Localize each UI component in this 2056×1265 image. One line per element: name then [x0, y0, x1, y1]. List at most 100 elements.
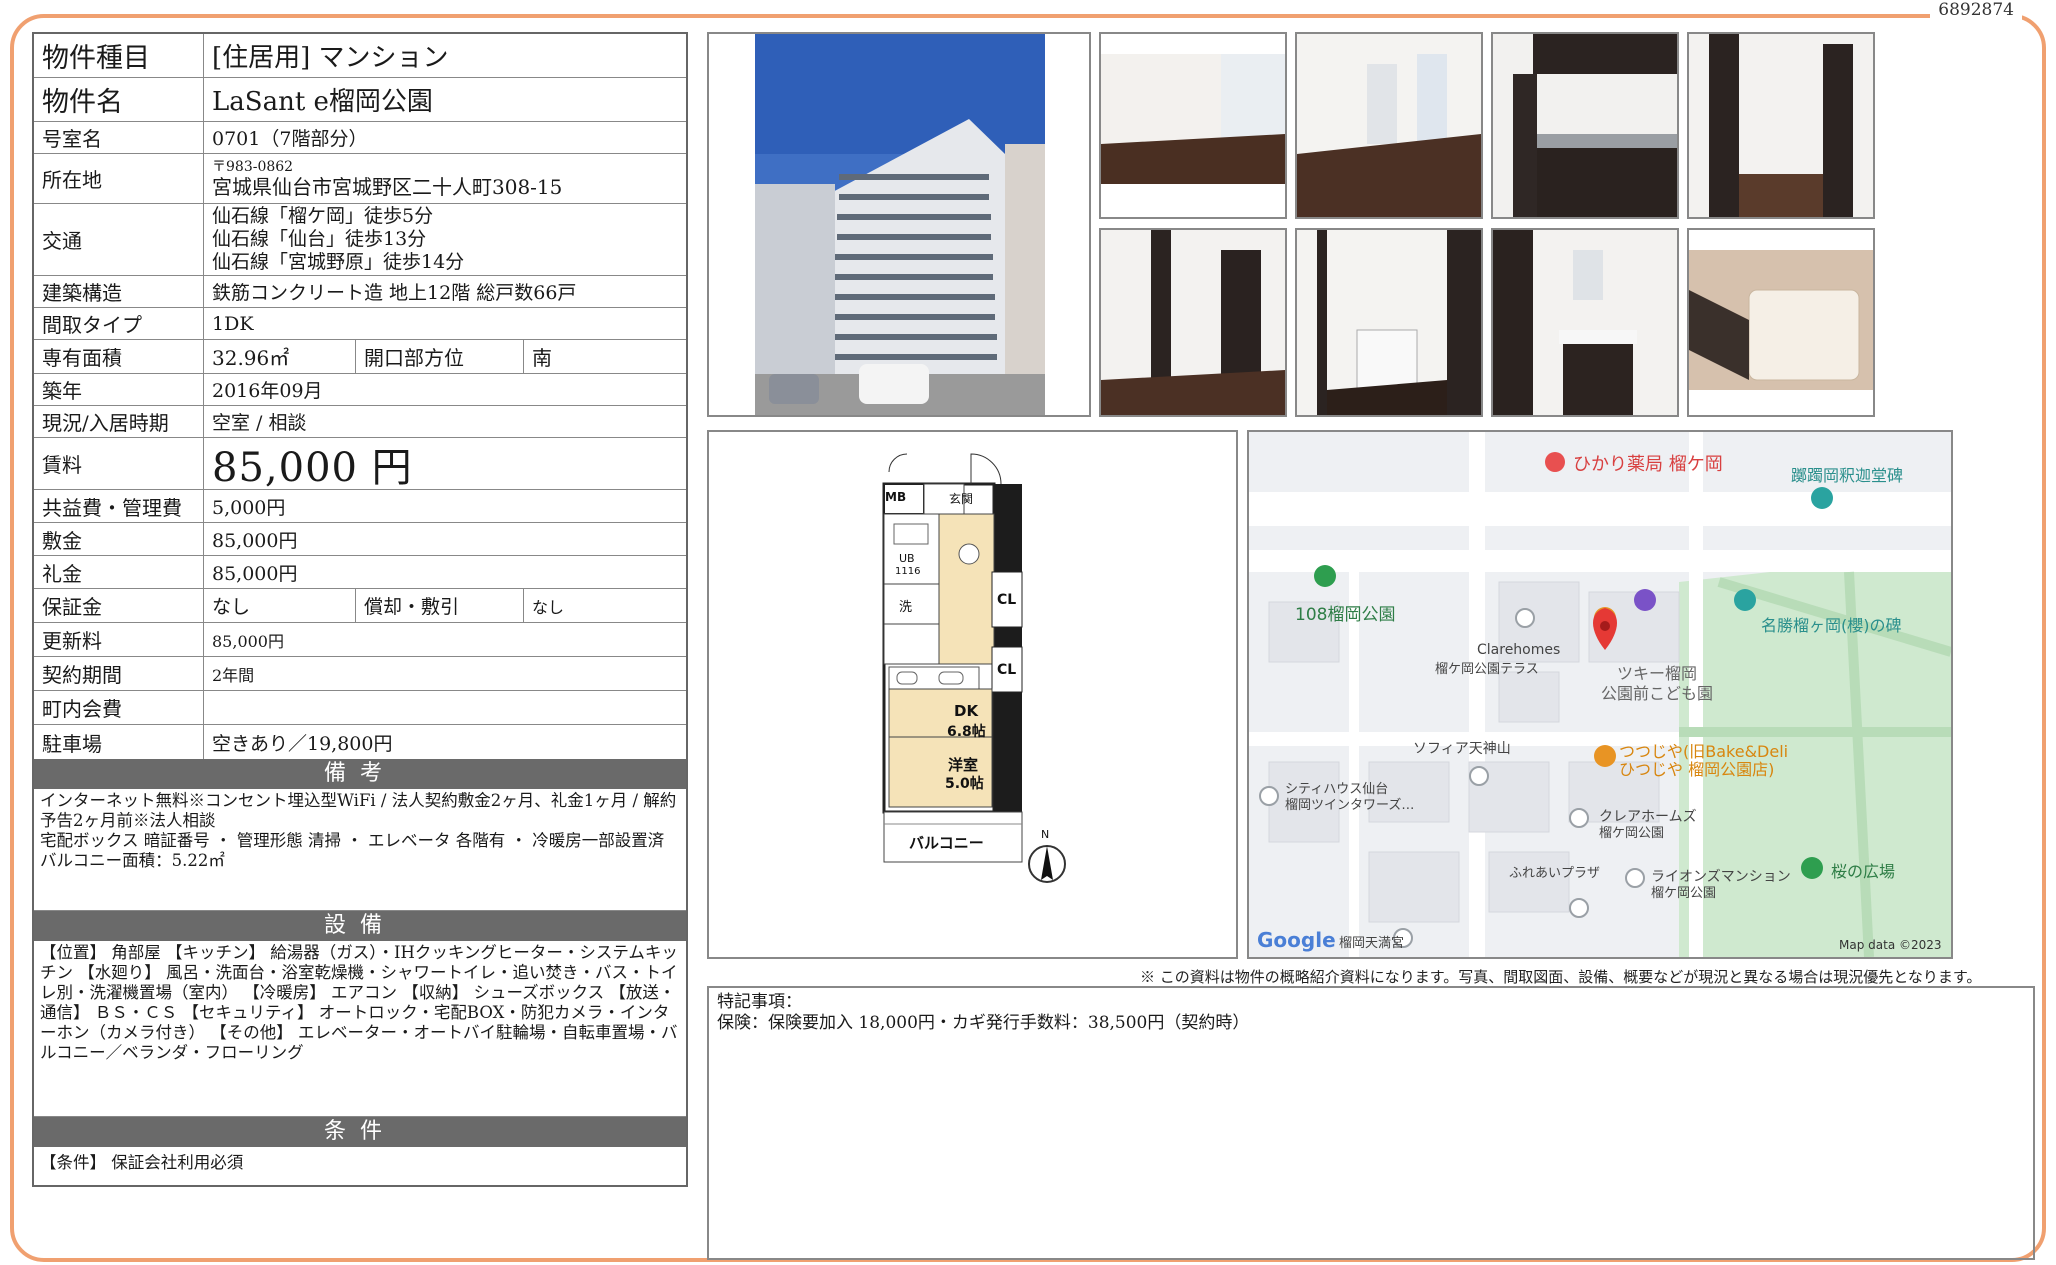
address-value: 宮城県仙台市宮城野区二十人町308-15 [212, 174, 563, 199]
layout-value: 1DK [212, 312, 254, 335]
row-guarantee: 保証金 なし 償却・敷引 なし [34, 589, 686, 623]
room-value: 0701（7階部分） [212, 128, 368, 150]
room-photo-3 [1099, 228, 1287, 417]
parking-label: 駐車場 [34, 725, 204, 759]
vanity-photo [1491, 228, 1679, 417]
fp-dk-size: 6.8帖 [947, 724, 986, 740]
row-layout: 間取タイプ 1DK [34, 308, 686, 340]
floor-plan-drawing [882, 453, 1066, 883]
row-key-money: 礼金 85,000円 [34, 556, 686, 589]
fp-north-label: N [1041, 828, 1050, 841]
direction-label: 開口部方位 [356, 340, 524, 373]
key-money-value: 85,000円 [212, 562, 298, 585]
map-tenmangu-label: 榴岡天満宮 [1339, 936, 1405, 951]
disclaimer-text: ※ この資料は物件の概略紹介資料になります。写真、間取図面、設備、概要などが現況… [1140, 968, 1982, 986]
fp-western-size: 5.0帖 [945, 776, 984, 792]
row-address: 所在地 〒983-0862 宮城県仙台市宮城野区二十人町308-15 [34, 154, 686, 204]
deposit-value: 85,000円 [212, 529, 298, 552]
contract-label: 契約期間 [34, 657, 204, 690]
access-line: 仙石線「宮城野原」徒歩14分 [212, 251, 465, 273]
property-type-label: 物件種目 [34, 34, 204, 77]
map-clarehomes-sub-label: 榴ケ岡公園テラス [1435, 662, 1539, 677]
renewal-value: 85,000円 [212, 631, 284, 651]
map-kindergarten-sub-label: 公園前こども園 [1601, 684, 1714, 703]
fp-ub-size: 1116 [895, 566, 921, 577]
fp-closet-1-label: CL [997, 592, 1017, 608]
guarantee-label: 保証金 [34, 589, 204, 622]
map-fureai-label: ふれあいプラザ [1509, 866, 1601, 881]
special-notes-box: 特記事項： 保険：保険要加入 18,000円・カギ発行手数料：38,500円（契… [707, 986, 2035, 1260]
structure-value: 鉄筋コンクリート造 地上12階 総戸数66戸 [212, 282, 577, 304]
built-label: 築年 [34, 374, 204, 405]
google-logo: Google [1257, 928, 1336, 952]
map-lions-sub-label: 榴ケ岡公園 [1651, 886, 1717, 901]
row-access: 交通 仙石線「榴ケ岡」徒歩5分 仙石線「仙台」徒歩13分 仙石線「宮城野原」徒歩… [34, 204, 686, 276]
floor-plan: MB 玄関 UB 1116 洗 CL CL DK 6.8帖 洋室 5.0帖 バル… [707, 430, 1238, 959]
rent-label: 賃料 [34, 438, 204, 489]
room-label: 号室名 [34, 122, 204, 153]
fp-entrance-label: 玄関 [949, 492, 974, 506]
special-notes-title: 特記事項： [717, 992, 802, 1012]
amortization-value: なし [532, 597, 565, 617]
rent-value: 85,000 円 [212, 444, 413, 491]
property-name-label: 物件名 [34, 78, 204, 121]
built-value: 2016年09月 [212, 380, 323, 402]
deposit-label: 敷金 [34, 523, 204, 555]
guarantee-value: なし [204, 589, 356, 622]
town-fee-value [204, 691, 686, 724]
property-type-value: [住居用] マンション [212, 43, 449, 73]
map-monument1-label: 躑躅岡釈迦堂碑 [1791, 466, 1904, 485]
room-photo-1 [1099, 32, 1287, 219]
row-renewal: 更新料 85,000円 [34, 623, 686, 657]
map-pharmacy-label: ひかり薬局 榴ケ岡 [1573, 454, 1723, 475]
access-line: 仙石線「仙台」徒歩13分 [212, 228, 427, 250]
map-clarehomes-label: Clarehomes [1477, 642, 1561, 658]
kitchen-photo [1491, 32, 1679, 219]
access-line: 仙石線「榴ケ岡」徒歩5分 [212, 205, 434, 227]
bathroom-photo [1687, 228, 1875, 417]
row-structure: 建築構造 鉄筋コンクリート造 地上12階 総戸数66戸 [34, 276, 686, 308]
fp-western-label: 洋室 [948, 756, 979, 774]
row-deposit: 敷金 85,000円 [34, 523, 686, 556]
area-value: 32.96㎡ [204, 340, 356, 373]
row-rent: 賃料 85,000 円 [34, 438, 686, 491]
postal-code: 〒983-0862 [212, 158, 294, 175]
direction-value: 南 [532, 346, 552, 370]
status-value: 空室 / 相談 [212, 412, 307, 434]
key-money-label: 礼金 [34, 556, 204, 588]
remarks-band: 備考 [34, 759, 686, 789]
town-fee-label: 町内会費 [34, 691, 204, 724]
amortization-label: 償却・敷引 [356, 589, 524, 622]
location-map[interactable]: ひかり薬局 榴ケ岡 躑躅岡釈迦堂碑 108榴岡公園 名勝榴ヶ岡(櫻)の碑 Cla… [1247, 430, 1953, 959]
row-room: 号室名 0701（7階部分） [34, 122, 686, 154]
row-built: 築年 2016年09月 [34, 374, 686, 406]
fee-label: 共益費・管理費 [34, 490, 204, 522]
map-clairhomes-sub-label: 榴ケ岡公園 [1599, 826, 1665, 841]
row-town-fee: 町内会費 [34, 691, 686, 725]
washroom-photo [1295, 228, 1483, 417]
access-label: 交通 [34, 204, 204, 275]
conditions-text: 【条件】 保証会社利用必須 [40, 1153, 244, 1172]
renewal-label: 更新料 [34, 623, 204, 656]
row-area: 専有面積 32.96㎡ 開口部方位 南 [34, 340, 686, 374]
map-tsutsujiya-sub-label: ひつじや 榴岡公園店) [1619, 760, 1775, 779]
property-spec-table: 物件種目 [住居用] マンション 物件名 LaSant e榴岡公園 号室名 07… [32, 32, 688, 1187]
row-status: 現況/入居時期 空室 / 相談 [34, 406, 686, 438]
building-exterior-photo [707, 32, 1091, 417]
remarks-text: インターネット無料※コンセント埋込型WiFi / 法人契約敷金2ヶ月、礼金1ヶ月… [34, 789, 686, 911]
special-notes-text: 保険：保険要加入 18,000円・カギ発行手数料：38,500円（契約時） [717, 1013, 1250, 1033]
status-label: 現況/入居時期 [34, 406, 204, 437]
map-sophia-label: ソフィア天神山 [1413, 741, 1511, 757]
map-cityhouse-sub-label: 榴岡ツインタワーズ… [1285, 798, 1415, 813]
conditions-band: 条件 [34, 1117, 686, 1147]
fp-mb-label: MB [885, 490, 907, 504]
contract-value: 2年間 [212, 665, 255, 685]
property-name-value: LaSant e榴岡公園 [212, 87, 433, 117]
layout-label: 間取タイプ [34, 308, 204, 339]
row-fee: 共益費・管理費 5,000円 [34, 490, 686, 523]
fee-value: 5,000円 [212, 496, 286, 519]
fp-closet-2-label: CL [997, 662, 1017, 678]
map-sakura-label: 桜の広場 [1831, 862, 1896, 881]
equipment-text: 【位置】 角部屋 【キッチン】 給湯器（ガス）・IHクッキングヒーター・システム… [34, 941, 686, 1117]
map-park-label: 108榴岡公園 [1295, 605, 1396, 625]
